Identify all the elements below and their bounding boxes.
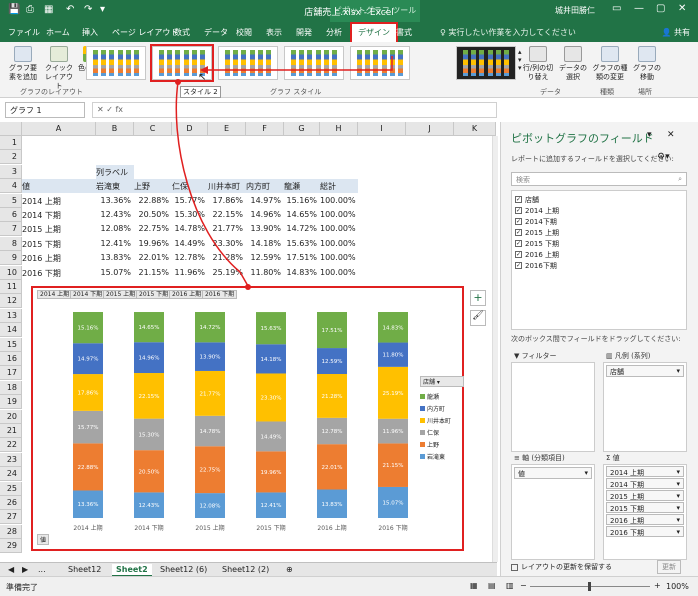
values-field-pill[interactable]: 2014 上期 ▾ [606, 466, 684, 477]
zoom-in-icon[interactable]: + [654, 581, 661, 590]
vertical-scrollbar[interactable] [492, 136, 498, 562]
zoom-level[interactable]: 100% [666, 582, 689, 591]
drag-hint: 次のボックス間でフィールドをドラッグしてください: [511, 335, 681, 343]
values-field-pill[interactable]: 2014 下期 ▾ [606, 478, 684, 489]
pivot-field-pane: ピボットグラフのフィールド ▾ ✕ レポートに追加するフィールドを選択してくださ… [500, 122, 698, 576]
normal-view-icon[interactable]: ▦ [470, 581, 478, 590]
check-icon: ✓ [515, 196, 522, 203]
field-checkbox[interactable]: ✓ 2014下期 [515, 216, 683, 227]
legend-area[interactable]: ▥ 凡例 (系列) 店舗 ▾ [603, 352, 687, 452]
filter-area[interactable]: ▼ フィルター [511, 352, 595, 452]
legend-field-pill[interactable]: 店舗 ▾ [606, 365, 684, 377]
field-checkbox[interactable]: ✓ 2016下期 [515, 260, 683, 271]
sheet-tabs: ◀ ▶ ... Sheet12 Sheet2 Sheet12 (6) Sheet… [0, 562, 497, 577]
chevron-down-icon: ▾ [676, 516, 680, 524]
field-checkbox[interactable]: ✓ 2015 上期 [515, 227, 683, 238]
field-checkbox[interactable]: ✓ 2015 下期 [515, 238, 683, 249]
add-sheet-icon[interactable]: ⊕ [282, 564, 297, 575]
axis-area-label: ≡ 軸 (分類項目) [514, 454, 565, 462]
check-icon: ✓ [515, 218, 522, 225]
field-label: 2015 上期 [525, 228, 560, 237]
page-layout-view-icon[interactable]: ▤ [488, 581, 496, 590]
field-label: 2015 下期 [525, 239, 560, 248]
field-label: 2016 上期 [525, 250, 560, 259]
check-icon: ✓ [515, 240, 522, 247]
annotation-arrowhead-1 [200, 66, 208, 74]
axis-field-pill[interactable]: 値 ▾ [514, 467, 592, 479]
sheet-nav-prev[interactable]: ◀ [4, 564, 18, 575]
field-label: 2014下期 [525, 217, 557, 226]
zoom-slider-thumb[interactable] [588, 582, 591, 591]
field-label: 2016下期 [525, 261, 557, 270]
page-break-view-icon[interactable]: ▥ [506, 581, 514, 590]
sheet-tab-3[interactable]: Sheet12 (6) [156, 564, 211, 575]
annotation-dot [175, 79, 181, 85]
check-icon: ✓ [515, 251, 522, 258]
chevron-down-icon: ▾ [676, 528, 680, 536]
field-checkbox[interactable]: ✓ 2014 上期 [515, 205, 683, 216]
check-icon: ✓ [515, 262, 522, 269]
values-field-pill[interactable]: 2015 下期 ▾ [606, 502, 684, 513]
pane-close-icon[interactable]: ✕ [667, 130, 675, 140]
defer-update-checkbox[interactable]: レイアウトの更新を保留する [511, 562, 612, 572]
values-field-pill[interactable]: 2016 上期 ▾ [606, 514, 684, 525]
status-ready: 準備完了 [6, 583, 38, 592]
check-icon: ✓ [515, 207, 522, 214]
gear-icon[interactable]: ⚙▾ [657, 152, 670, 162]
status-bar: 準備完了 ▦ ▤ ▥ − + 100% [0, 576, 698, 596]
chevron-down-icon: ▾ [676, 480, 680, 488]
chevron-down-icon: ▾ [676, 492, 680, 500]
field-search-input[interactable]: 検索 ⌕ [511, 172, 687, 186]
field-list: ✓ 店舗 ✓ 2014 上期 ✓ 2014下期 ✓ 2015 上期 ✓ 2015 下期 ✓ 2016 … [511, 190, 687, 330]
check-icon: ✓ [515, 229, 522, 236]
field-label: 店舗 [525, 195, 539, 204]
field-checkbox[interactable]: ✓ 店舗 [515, 194, 683, 205]
pane-title: ピボットグラフのフィールド [511, 132, 654, 145]
filter-icon: ▼ フィルター [514, 352, 557, 360]
annotation-arrow-2 [175, 81, 249, 287]
search-icon: ⌕ [678, 175, 682, 183]
annotation-end-dot [245, 284, 251, 290]
axis-area[interactable]: ≡ 軸 (分類項目) 値 ▾ [511, 454, 595, 560]
legend-area-label: ▥ 凡例 (系列) [606, 352, 651, 360]
chevron-down-icon: ▾ [676, 468, 680, 476]
pane-subtitle: レポートに追加するフィールドを選択してください: [511, 155, 674, 163]
zoom-out-icon[interactable]: − [520, 581, 527, 590]
pane-options-icon[interactable]: ▾ [647, 130, 652, 140]
sheet-more[interactable]: ... [34, 564, 50, 575]
chevron-down-icon: ▾ [676, 504, 680, 512]
update-button[interactable]: 更新 [657, 560, 681, 574]
values-area[interactable]: Σ 値 2014 上期 ▾ 2014 下期 ▾ 2015 上期 ▾ 2015 下期 ▾ 2016… [603, 454, 687, 560]
values-field-pill[interactable]: 2016 下期 ▾ [606, 526, 684, 537]
annotation-arrow-1 [208, 56, 393, 71]
field-label: 2014 上期 [525, 206, 560, 215]
sheet-nav-next[interactable]: ▶ [18, 564, 32, 575]
values-area-label: Σ 値 [606, 454, 620, 462]
field-checkbox[interactable]: ✓ 2016 上期 [515, 249, 683, 260]
sheet-tab-4[interactable]: Sheet12 (2) [218, 564, 273, 575]
values-field-pill[interactable]: 2015 上期 ▾ [606, 490, 684, 501]
sheet-tab-1[interactable]: Sheet12 [64, 564, 105, 575]
